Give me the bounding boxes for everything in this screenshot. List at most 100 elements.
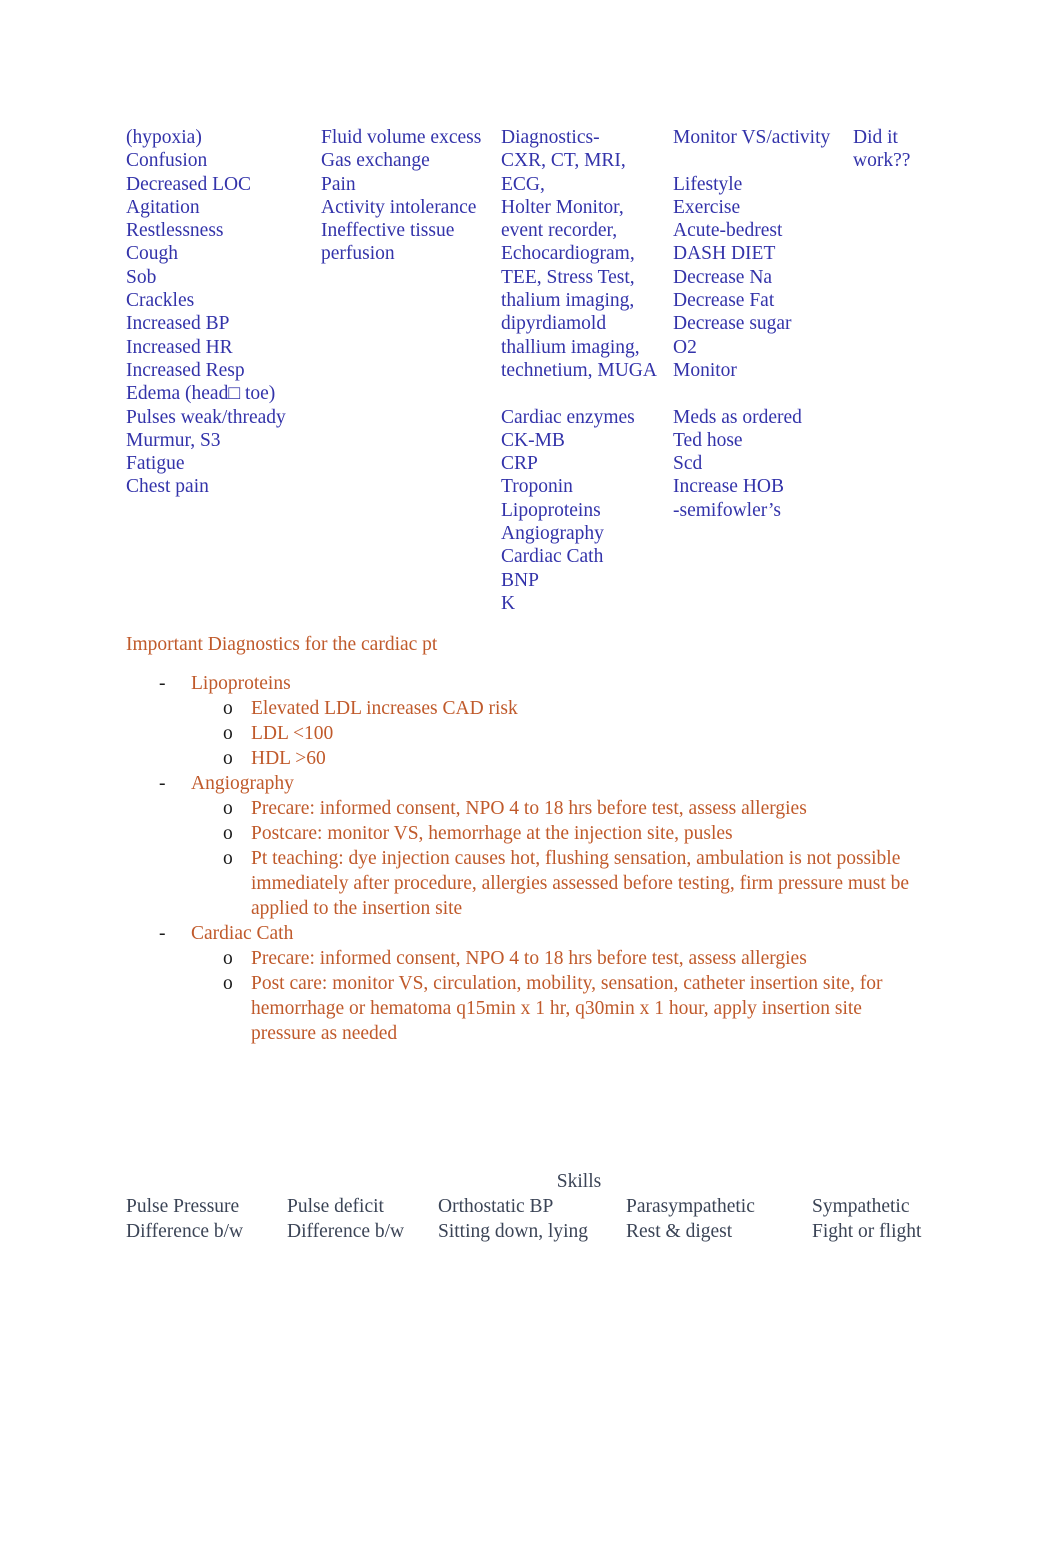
skills-detail-orthostatic-bp: Sitting down, lying [438, 1221, 589, 1242]
skills-cell-pulse-pressure: Pulse Pressure [126, 1196, 240, 1217]
column-line: Increased BP [126, 313, 230, 335]
skills-cell-sympathetic: Sympathetic [812, 1196, 910, 1217]
outline-subitem-text: Postcare: monitor VS, hemorrhage at the … [251, 823, 733, 844]
column-line: Crackles [126, 290, 195, 312]
outline-item-label: Cardiac Cath [191, 923, 294, 944]
skills-detail-sympathetic: Fight or flight [812, 1221, 922, 1242]
column-line: Decreased LOC [126, 173, 252, 195]
column-line: event recorder, [501, 220, 618, 242]
column-line: K [501, 592, 516, 614]
column-line: Activity intolerance [321, 196, 477, 218]
outline-subitem-text: Precare: informed consent, NPO 4 to 18 h… [251, 798, 807, 819]
column-line: Fatigue [126, 453, 185, 475]
skills-detail-pulse-deficit: Difference b/w [287, 1221, 405, 1242]
column-line: Fluid volume excess [321, 127, 482, 148]
column-line: Meds as ordered [673, 406, 802, 428]
circle-bullet-marker: o [223, 798, 233, 819]
column-line: thallium imaging, [501, 336, 640, 358]
column-line: Acute-bedrest [673, 220, 783, 242]
column-line: Restlessness [126, 220, 224, 242]
column-line: CXR, CT, MRI, ECG, [501, 150, 631, 195]
dash-bullet-marker: - [159, 673, 166, 694]
diagnostics-outline-list: - Lipoproteins o Elevated LDL increases CAD… [126, 671, 926, 1046]
outline-item-level2: o Pt teaching: dye injection causes hot, … [126, 846, 926, 921]
outline-item-level2: o Elevated LDL increases CAD risk [126, 696, 926, 721]
column-line: Cough [126, 243, 179, 265]
column-line: DASH DIET [673, 243, 776, 265]
column-line: Cardiac enzymes [501, 406, 635, 428]
outline-item-level2: o Postcare: monitor VS, hemorrhage at the… [126, 821, 926, 846]
dash-bullet-marker: - [159, 923, 166, 944]
column-line: Pain [321, 173, 356, 195]
column-line: Cardiac Cath [501, 546, 604, 568]
column-line: Gas exchange [321, 150, 430, 172]
circle-bullet-marker: o [223, 723, 233, 744]
column-line: Murmur, S3 [126, 429, 221, 451]
interventions-column: Monitor VS/activity Lifestyle Exercise Acu… [673, 126, 853, 522]
outline-item-level2: o Precare: informed consent, NPO 4 to 18 … [126, 796, 926, 821]
circle-bullet-marker: o [223, 748, 233, 769]
assessment-column: (hypoxia) Confusion Decreased LOC Agitation… [126, 126, 316, 499]
outline-item-level1: - Cardiac Cath [126, 921, 926, 946]
column-line: (hypoxia) [126, 127, 202, 148]
column-line: Agitation [126, 196, 200, 218]
column-line: Ted hose [673, 429, 743, 451]
column-line: Monitor VS/activity [673, 127, 831, 148]
column-line: work?? [853, 150, 911, 172]
column-line: TEE, Stress Test, [501, 266, 635, 288]
outline-item-level2: o Post care: monitor VS, circulation, mob… [126, 971, 926, 1046]
column-line: Lifestyle [673, 173, 743, 195]
outline-subitem-text: Elevated LDL increases CAD risk [251, 698, 518, 719]
outline-subitem-text: Post care: monitor VS, circulation, mobi… [251, 973, 883, 1044]
outline-item-level2: o LDL <100 [126, 721, 926, 746]
nursing-diagnosis-column: Fluid volume excess Gas exchange Pain Activ… [321, 126, 496, 266]
column-line: BNP [501, 569, 539, 591]
column-line: Echocardiogram, [501, 243, 635, 265]
document-page: (hypoxia) Confusion Decreased LOC Agitation… [0, 0, 1062, 1561]
skills-cell-pulse-deficit: Pulse deficit [287, 1196, 384, 1217]
skills-detail-pulse-pressure: Difference b/w [126, 1221, 244, 1242]
column-line: Exercise [673, 196, 741, 218]
column-line: Pulses weak/thready [126, 406, 286, 428]
column-line: Edema (head□ toe) [126, 383, 276, 405]
column-line: Decrease sugar [673, 313, 792, 335]
evaluation-column: Did it work?? [853, 126, 973, 173]
column-line: Confusion [126, 150, 208, 172]
outline-subitem-text: Precare: informed consent, NPO 4 to 18 h… [251, 948, 807, 969]
skills-cell-parasympathetic: Parasympathetic [626, 1196, 755, 1217]
column-line: Increased HR [126, 336, 233, 358]
column-line: thalium imaging, [501, 290, 635, 312]
circle-bullet-marker: o [223, 823, 233, 844]
skills-detail-parasympathetic: Rest & digest [626, 1221, 733, 1242]
column-line: Did it [853, 127, 898, 148]
diagnostics-column: Diagnostics- CXR, CT, MRI, ECG, Holter Mon… [501, 126, 673, 615]
dash-bullet-marker: - [159, 773, 166, 794]
outline-subitem-text: LDL <100 [251, 723, 334, 744]
column-line: Angiography [501, 523, 604, 545]
column-line: CRP [501, 453, 538, 475]
circle-bullet-marker: o [223, 948, 233, 969]
outline-item-level2: o Precare: informed consent, NPO 4 to 18 … [126, 946, 926, 971]
column-line: Troponin [501, 476, 573, 498]
important-diagnostics-section: Important Diagnostics for the cardiac pt… [126, 632, 926, 1046]
outline-subitem-text: HDL >60 [251, 748, 326, 769]
column-line: Sob [126, 266, 157, 288]
column-line: O2 [673, 336, 697, 358]
column-line: -semifowler’s [673, 499, 781, 521]
column-line: Monitor [673, 359, 737, 381]
column-line: Decrease Na [673, 266, 773, 288]
column-line: dipyrdiamold [501, 313, 607, 335]
column-line: Increase HOB [673, 476, 784, 498]
column-line: Scd [673, 453, 703, 475]
column-line: Ineffective tissue [321, 220, 455, 242]
column-line: technetium, MUGA [501, 359, 657, 381]
outline-item-level1: - Lipoproteins [126, 671, 926, 696]
outline-item-level2: o HDL >60 [126, 746, 926, 771]
column-line: CK-MB [501, 429, 565, 451]
circle-bullet-marker: o [223, 848, 233, 869]
skills-cell-orthostatic-bp: Orthostatic BP [438, 1196, 554, 1217]
skills-title: Skills [556, 1171, 602, 1192]
outline-item-label: Lipoproteins [191, 673, 291, 694]
column-line: perfusion [321, 243, 395, 265]
column-line: Decrease Fat [673, 290, 775, 312]
